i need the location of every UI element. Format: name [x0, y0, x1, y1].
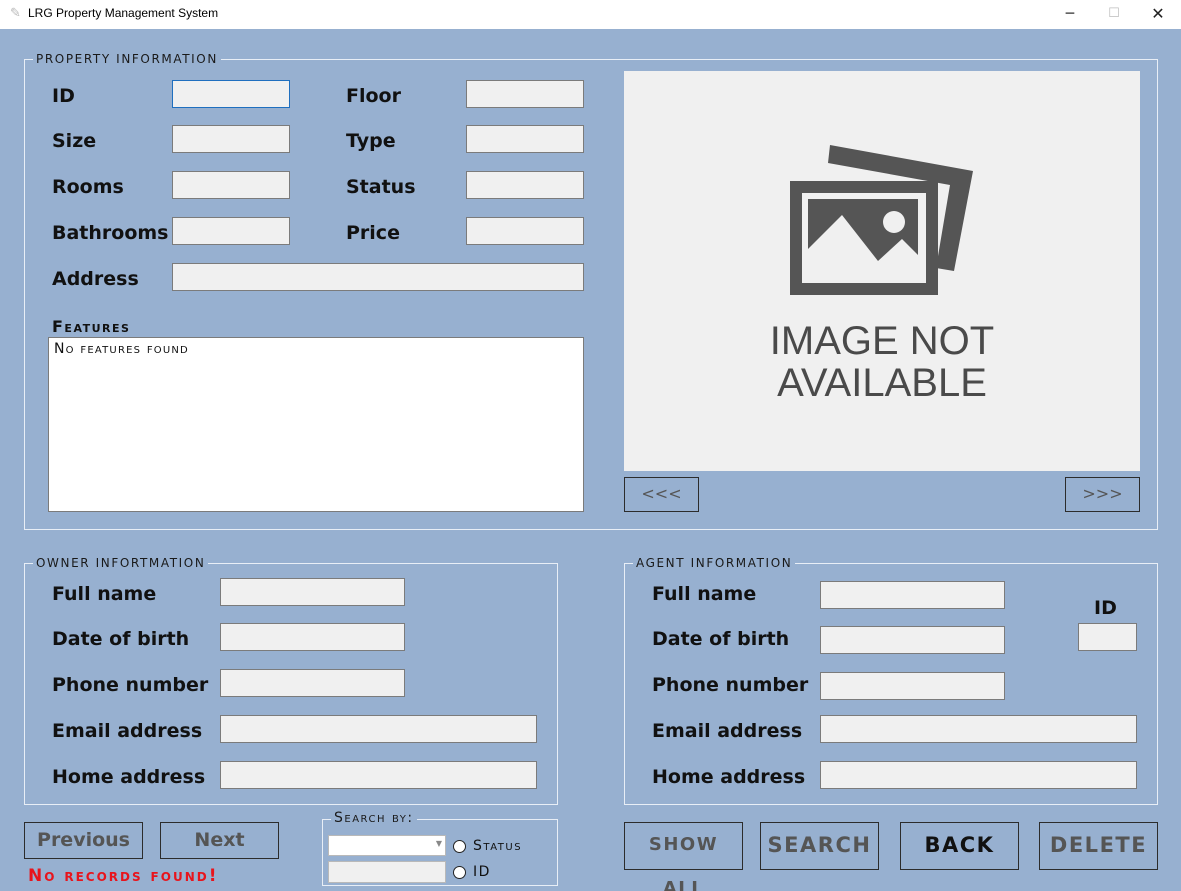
owner-email-label: Email address [52, 720, 203, 742]
owner-home-field[interactable] [220, 761, 537, 789]
agent-home-label: Home address [652, 766, 806, 788]
next-record-button[interactable]: Next [160, 822, 279, 859]
property-photo: IMAGE NOT AVAILABLE [624, 71, 1140, 471]
status-radio[interactable] [453, 840, 466, 853]
image-not-available-line1: IMAGE NOT [769, 319, 995, 363]
agent-dob-field[interactable] [820, 626, 1005, 654]
features-text: No features found [54, 341, 189, 357]
owner-dob-label: Date of birth [52, 628, 190, 650]
no-records-message: No records found! [28, 866, 219, 886]
type-label: Type [346, 130, 396, 152]
size-field[interactable] [172, 125, 290, 153]
property-id-label: ID [52, 85, 75, 107]
chevron-down-icon: ▼ [435, 839, 442, 848]
delete-button[interactable]: DELETE [1039, 822, 1158, 870]
agent-id-label: ID [1094, 597, 1117, 619]
agent-phone-field[interactable] [820, 672, 1005, 700]
id-radio-label: ID [473, 864, 491, 880]
previous-record-button[interactable]: Previous [24, 822, 143, 859]
owner-phone-label: Phone number [52, 674, 209, 696]
title-bar: ✎ LRG Property Management System ─ ☐ ✕ [0, 0, 1181, 29]
image-placeholder-icon [790, 145, 973, 295]
size-label: Size [52, 130, 97, 152]
owner-full-name-field[interactable] [220, 578, 405, 606]
back-button[interactable]: BACK [900, 822, 1019, 870]
type-field[interactable] [466, 125, 584, 153]
status-field[interactable] [466, 171, 584, 199]
search-by-group: Search by: ▼ Status ID [322, 810, 558, 886]
floor-field[interactable] [466, 80, 584, 108]
minimize-button[interactable]: ─ [1047, 0, 1093, 29]
search-by-legend: Search by: [331, 810, 417, 826]
rooms-field[interactable] [172, 171, 290, 199]
bathrooms-field[interactable] [172, 217, 290, 245]
price-label: Price [346, 222, 400, 244]
maximize-button[interactable]: ☐ [1091, 0, 1137, 29]
agent-home-field[interactable] [820, 761, 1137, 789]
agent-id-field[interactable] [1078, 623, 1137, 651]
status-label: Status [346, 176, 416, 198]
property-id-field[interactable] [172, 80, 290, 108]
rooms-label: Rooms [52, 176, 124, 198]
features-list[interactable]: No features found [48, 337, 584, 512]
agent-phone-label: Phone number [652, 674, 809, 696]
price-field[interactable] [466, 217, 584, 245]
owner-home-label: Home address [52, 766, 206, 788]
id-radio[interactable] [453, 866, 466, 879]
feather-icon: ✎ [10, 6, 21, 21]
agent-full-name-field[interactable] [820, 581, 1005, 609]
owner-full-name-label: Full name [52, 583, 157, 605]
image-not-available-line2: AVAILABLE [777, 361, 987, 405]
owner-phone-field[interactable] [220, 669, 405, 697]
status-radio-label: Status [473, 838, 523, 854]
show-all-button[interactable]: SHOW ALL [624, 822, 743, 891]
features-label: Features [52, 317, 131, 336]
close-button[interactable]: ✕ [1135, 0, 1181, 29]
search-button[interactable]: SEARCH [760, 822, 879, 870]
show-all-label: SHOW ALL [648, 834, 719, 891]
status-dropdown[interactable]: ▼ [328, 835, 446, 856]
previous-photo-button[interactable]: <<< [624, 477, 699, 512]
address-field[interactable] [172, 263, 584, 291]
bathrooms-label: Bathrooms [52, 222, 169, 244]
agent-email-field[interactable] [820, 715, 1137, 743]
window-title: LRG Property Management System [28, 6, 219, 20]
floor-label: Floor [346, 85, 401, 107]
agent-email-label: Email address [652, 720, 803, 742]
agent-full-name-label: Full name [652, 583, 757, 605]
owner-information-legend: OWNER INFORTMATION [33, 556, 209, 570]
front-photo-frame [790, 181, 938, 295]
address-label: Address [52, 268, 139, 290]
search-id-field[interactable] [328, 861, 446, 883]
owner-email-field[interactable] [220, 715, 537, 743]
property-information-legend: PROPERTY INFORMATION [33, 52, 221, 66]
next-photo-button[interactable]: >>> [1065, 477, 1140, 512]
agent-information-legend: AGENT INFORMATION [633, 556, 796, 570]
owner-dob-field[interactable] [220, 623, 405, 651]
agent-dob-label: Date of birth [652, 628, 790, 650]
